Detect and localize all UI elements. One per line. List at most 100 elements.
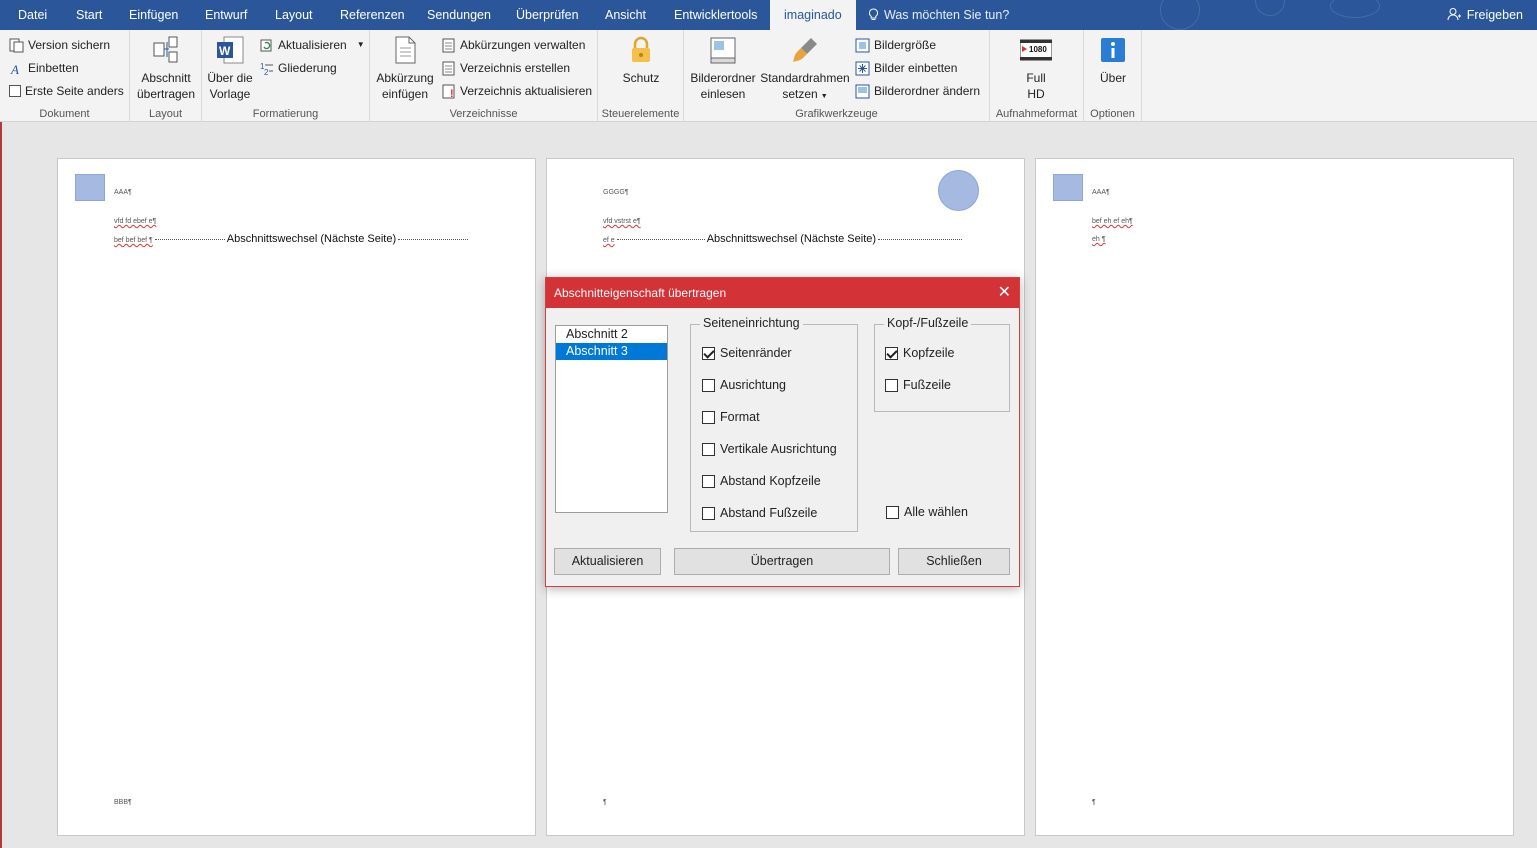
create-index-button[interactable]: Verzeichnis erstellen — [441, 58, 570, 78]
footer-label: Fußzeile — [903, 378, 951, 392]
refresh-icon — [260, 39, 272, 51]
orientation-checkbox[interactable]: Ausrichtung — [702, 378, 786, 392]
update-index-button[interactable]: ! Verzeichnis aktualisieren — [441, 81, 592, 101]
footer-checkbox[interactable]: Fußzeile — [885, 378, 951, 392]
film-strip-icon: 1080 — [1020, 39, 1052, 61]
header-image[interactable] — [75, 174, 105, 201]
dropdown-arrow-icon[interactable]: ▼ — [357, 35, 365, 55]
tab-start[interactable]: Start — [76, 0, 102, 30]
document-page[interactable]: AAA¶ vfd fd ebef e¶ bef bef bef ¶ Abschni… — [57, 158, 536, 836]
template-line1: Über die — [207, 71, 253, 85]
background-decoration — [1255, 0, 1285, 16]
image-size-label: Bildergröße — [874, 38, 937, 52]
manage-abbreviations-button[interactable]: Abkürzungen verwalten — [441, 35, 585, 55]
tell-me-search[interactable]: Was möchten Sie tun? — [868, 0, 1009, 30]
tab-referenzen[interactable]: Referenzen — [340, 0, 405, 30]
outline-label: Gliederung — [278, 61, 337, 75]
tell-me-label: Was möchten Sie tun? — [884, 8, 1010, 22]
share-button[interactable]: Freigeben — [1447, 0, 1523, 30]
group-grafikwerkzeuge: Bilderordner einlesen Standardrahmen set… — [684, 30, 990, 122]
tab-ueberpruefen[interactable]: Überprüfen — [516, 0, 579, 30]
tab-imaginado[interactable]: imaginado — [770, 0, 856, 30]
tab-datei[interactable]: Datei — [18, 0, 47, 30]
format-checkbox[interactable]: Format — [702, 410, 760, 424]
embed-button[interactable]: A Einbetten — [9, 58, 79, 78]
footer-text: ¶ — [603, 799, 607, 806]
dotted-rule — [616, 238, 705, 240]
checkbox-icon — [9, 85, 21, 97]
about-button[interactable]: Über — [1090, 34, 1136, 86]
group-layout: Abschnitt übertragen Layout — [130, 30, 202, 122]
full-hd-line2: HD — [1027, 87, 1045, 101]
checkbox-box — [702, 442, 715, 456]
read-image-folder-button[interactable]: Bilderordner einlesen — [689, 34, 757, 102]
list-item[interactable]: Abschnitt 3 — [556, 343, 667, 360]
set-default-frame-line2: setzen — [782, 87, 818, 101]
list-item[interactable]: Abschnitt 2 — [556, 326, 667, 343]
close-button[interactable]: Schließen — [898, 548, 1010, 575]
group-formatierung: W Über die Vorlage Aktualisieren ▼ 12 Gl… — [202, 30, 370, 122]
section-transfer-button[interactable]: Abschnitt übertragen — [133, 34, 199, 102]
document-version-icon — [9, 38, 24, 52]
insert-abbreviation-button[interactable]: Abkürzung einfügen — [374, 34, 436, 102]
font-embed-icon: A — [10, 62, 19, 76]
image-folder-icon — [710, 37, 736, 64]
document-page[interactable]: AAA¶ bef eh ef eh¶ eh ¶ ¶ — [1035, 158, 1514, 836]
section-transfer-line1: Abschnitt — [141, 71, 191, 85]
header-text: AAA¶ — [1092, 189, 1110, 196]
select-all-checkbox[interactable]: Alle wählen — [886, 505, 968, 519]
lightbulb-icon — [868, 8, 879, 20]
section-list[interactable]: Abschnitt 2 Abschnitt 3 — [555, 325, 668, 513]
protect-label: Schutz — [622, 71, 660, 85]
resolution-text: 1080 — [1029, 45, 1047, 54]
update-button[interactable]: Aktualisieren ▼ — [259, 35, 365, 55]
set-default-frame-button[interactable]: Standardrahmen setzen ▼ — [760, 34, 850, 105]
margins-checkbox[interactable]: Seitenränder — [702, 346, 792, 360]
full-hd-button[interactable]: 1080 Full HD — [1004, 34, 1068, 102]
tab-einfuegen[interactable]: Einfügen — [129, 0, 178, 30]
about-label: Über — [1099, 71, 1126, 85]
transfer-button[interactable]: Übertragen — [674, 548, 890, 575]
read-image-folder-line2: einlesen — [700, 87, 746, 101]
outline-button[interactable]: 12 Gliederung — [259, 58, 337, 78]
header-distance-checkbox[interactable]: Abstand Kopfzeile — [702, 474, 821, 488]
dropdown-arrow-icon: ▼ — [820, 93, 828, 100]
create-index-label: Verzeichnis erstellen — [460, 61, 571, 75]
document-warning-icon: ! — [442, 84, 455, 99]
header-checkbox[interactable]: Kopfzeile — [885, 346, 954, 360]
close-icon[interactable]: ✕ — [998, 278, 1011, 308]
refresh-button[interactable]: Aktualisieren — [554, 548, 661, 575]
tab-entwurf[interactable]: Entwurf — [205, 0, 247, 30]
change-image-folder-button[interactable]: Bilderordner ändern — [855, 81, 980, 101]
group-label-verzeichnisse: Verzeichnisse — [449, 108, 518, 120]
protect-button[interactable]: Schutz — [610, 34, 672, 86]
tab-entwicklertools[interactable]: Entwicklertools — [674, 0, 757, 30]
person-icon — [1447, 8, 1461, 21]
change-image-folder-label: Bilderordner ändern — [874, 84, 981, 98]
version-save-button[interactable]: Version sichern — [9, 35, 110, 55]
body-line: bef bef bef ¶ — [114, 237, 153, 244]
header-image[interactable] — [1053, 174, 1083, 201]
group-steuerelemente: Schutz Steuerelemente — [598, 30, 684, 122]
tab-sendungen[interactable]: Sendungen — [427, 0, 491, 30]
update-label: Aktualisieren — [278, 38, 347, 52]
group-dokument: Version sichern A Einbetten Erste Seite … — [0, 30, 130, 122]
vertical-alignment-label: Vertikale Ausrichtung — [720, 442, 837, 456]
first-page-label: Erste Seite anders — [25, 84, 124, 98]
checkbox-box — [702, 474, 715, 488]
vertical-alignment-checkbox[interactable]: Vertikale Ausrichtung — [702, 442, 837, 456]
outline-icon: 12 — [260, 62, 273, 76]
footer-distance-checkbox[interactable]: Abstand Fußzeile — [702, 506, 817, 520]
menu-bar: Datei Start Einfügen Entwurf Layout Refe… — [0, 0, 1537, 30]
header-image[interactable] — [938, 170, 979, 211]
section-transfer-icon — [153, 36, 178, 63]
embed-images-button[interactable]: Bilder einbetten — [855, 58, 957, 78]
embed-image-icon — [855, 61, 870, 75]
image-size-button[interactable]: Bildergröße — [855, 35, 936, 55]
insert-abbreviation-line2: einfügen — [381, 87, 429, 101]
section-break-label: Abschnittswechsel (Nächste Seite) — [706, 233, 877, 245]
tab-layout[interactable]: Layout — [275, 0, 313, 30]
template-button[interactable]: W Über die Vorlage — [206, 34, 254, 102]
tab-ansicht[interactable]: Ansicht — [605, 0, 646, 30]
first-page-different-checkbox[interactable]: Erste Seite anders — [9, 81, 124, 101]
